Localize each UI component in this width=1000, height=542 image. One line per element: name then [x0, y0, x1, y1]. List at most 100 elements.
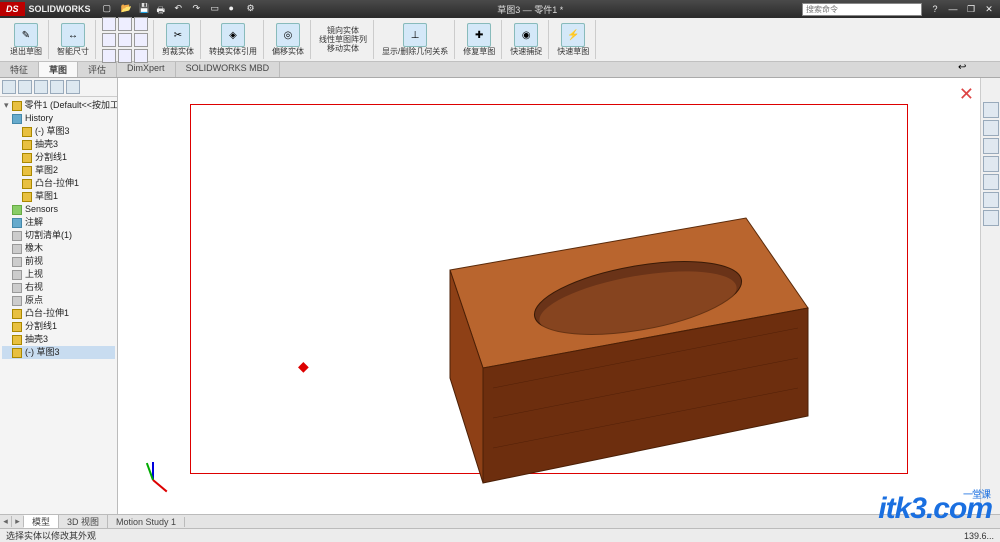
cancel-sketch-icon[interactable]: ✕ — [959, 84, 974, 105]
qat-open-icon[interactable]: 📂 — [121, 3, 133, 15]
feature-icon — [22, 166, 32, 176]
view-palette-icon[interactable] — [983, 156, 999, 172]
tab-solidworks-mbd[interactable]: SOLIDWORKS MBD — [176, 62, 281, 77]
ribbon-relations[interactable]: ⊥ 显示/删除几何关系 — [376, 20, 455, 59]
tree-item[interactable]: 草图1 — [2, 190, 115, 203]
ribbon-label: 移动实体 — [327, 45, 359, 53]
tree-tab-config-icon[interactable] — [34, 80, 48, 94]
appearances-icon[interactable] — [983, 174, 999, 190]
tree-item[interactable]: 凸台-拉伸1 — [2, 307, 115, 320]
tree-tab-display-icon[interactable] — [66, 80, 80, 94]
bottom-tab-motion-study-1[interactable]: Motion Study 1 — [108, 517, 185, 527]
ribbon-label: 转换实体引用 — [209, 48, 257, 56]
tree-root[interactable]: ▾ 零件1 (Default<<按加工>><<De — [2, 99, 115, 112]
line-icon[interactable] — [102, 17, 116, 31]
ribbon-trim[interactable]: ✂ 剪裁实体 — [156, 20, 201, 59]
orientation-triad[interactable] — [140, 452, 172, 484]
ribbon-sketch-tools — [98, 20, 154, 59]
arc-icon[interactable] — [102, 33, 116, 47]
tree-item-label: 右视 — [25, 281, 43, 294]
ribbon-label: 偏移实体 — [272, 48, 304, 56]
command-tab-strip: 特征草图评估DimXpertSOLIDWORKS MBD — [0, 62, 1000, 78]
resources-icon[interactable] — [983, 102, 999, 118]
tab-特征[interactable]: 特征 — [0, 62, 39, 77]
forum-icon[interactable] — [983, 210, 999, 226]
scroll-right-icon[interactable]: ▸ — [12, 516, 24, 527]
tree-item[interactable]: 原点 — [2, 294, 115, 307]
tree-item-label: 分割线1 — [35, 151, 67, 164]
ribbon-label: 镜向实体 — [327, 27, 359, 35]
scroll-left-icon[interactable]: ◂ — [0, 516, 12, 527]
tree-item[interactable]: 分割线1 — [2, 151, 115, 164]
tree-item[interactable]: Sensors — [2, 203, 115, 216]
ribbon-quicksnap[interactable]: ◉ 快速捕捉 — [504, 20, 549, 59]
tree-item[interactable]: (-) 草图3 — [2, 125, 115, 138]
tree-tab-dim-icon[interactable] — [50, 80, 64, 94]
ribbon-offset[interactable]: ◎ 偏移实体 — [266, 20, 311, 59]
ribbon-mirror[interactable]: 镜向实体 线性草图阵列 移动实体 — [313, 20, 374, 59]
qat-new-icon[interactable]: ▢ — [103, 3, 115, 15]
qat-select-icon[interactable]: ▭ — [211, 3, 223, 15]
qat-rebuild-icon[interactable]: ● — [229, 3, 241, 15]
bottom-tab-3d-视图[interactable]: 3D 视图 — [59, 515, 108, 528]
tree-item[interactable]: (-) 草图3 — [2, 346, 115, 359]
status-bar: 选择实体以修改其外观 139.6... — [0, 528, 1000, 542]
command-search-input[interactable] — [802, 3, 922, 16]
tree-item[interactable]: History — [2, 112, 115, 125]
watermark-text: itk3 — [878, 492, 926, 525]
tree-item[interactable]: 注解 — [2, 216, 115, 229]
ribbon-rapid[interactable]: ⚡ 快速草图 — [551, 20, 596, 59]
tree-item[interactable]: 抽壳3 — [2, 138, 115, 151]
tree-tab-feature-icon[interactable] — [2, 80, 16, 94]
qat-undo-icon[interactable]: ↶ — [175, 3, 187, 15]
tree-item[interactable]: 橡木 — [2, 242, 115, 255]
expander-icon[interactable]: ▾ — [4, 99, 9, 112]
bottom-tab-模型[interactable]: 模型 — [24, 515, 59, 528]
qat-redo-icon[interactable]: ↷ — [193, 3, 205, 15]
ribbon-label: 修复草图 — [463, 48, 495, 56]
spline-icon[interactable] — [118, 33, 132, 47]
ellipse-icon[interactable] — [134, 33, 148, 47]
point-icon[interactable] — [102, 49, 116, 63]
tree-item[interactable]: 草图2 — [2, 164, 115, 177]
text-icon[interactable] — [118, 49, 132, 63]
close-button[interactable]: ✕ — [982, 4, 996, 15]
graphics-viewport[interactable]: ◆ — [118, 78, 980, 514]
minimize-button[interactable]: — — [946, 4, 960, 15]
file-explorer-icon[interactable] — [983, 138, 999, 154]
model-3d-box — [348, 178, 818, 488]
tree-item-label: 凸台-拉伸1 — [35, 177, 79, 190]
tab-评估[interactable]: 评估 — [78, 62, 117, 77]
tree-item[interactable]: 凸台-拉伸1 — [2, 177, 115, 190]
qat-print-icon[interactable]: 🖶 — [157, 3, 169, 15]
tree-item[interactable]: 上视 — [2, 268, 115, 281]
tree-item-label: 上视 — [25, 268, 43, 281]
tree-item[interactable]: 右视 — [2, 281, 115, 294]
rect-icon[interactable] — [118, 17, 132, 31]
ribbon-convert[interactable]: ◈ 转换实体引用 — [203, 20, 264, 59]
tree-item[interactable]: 切割清单(1) — [2, 229, 115, 242]
feature-icon — [12, 114, 22, 124]
qat-save-icon[interactable]: 💾 — [139, 3, 151, 15]
ribbon-exit-sketch[interactable]: ✎ 退出草图 — [4, 20, 49, 59]
ribbon-repair[interactable]: ✚ 修复草图 — [457, 20, 502, 59]
qat-options-icon[interactable]: ⚙ — [247, 3, 259, 15]
window-controls: ? — ❐ ✕ — [928, 4, 996, 15]
tree-tab-property-icon[interactable] — [18, 80, 32, 94]
design-lib-icon[interactable] — [983, 120, 999, 136]
circle-icon[interactable] — [134, 17, 148, 31]
custom-props-icon[interactable] — [983, 192, 999, 208]
confirm-sketch-icon[interactable]: ↩ — [958, 62, 974, 78]
maximize-button[interactable]: ❐ — [964, 4, 978, 15]
ribbon-label: 智能尺寸 — [57, 48, 89, 56]
tab-dimxpert[interactable]: DimXpert — [117, 62, 176, 77]
model-svg — [348, 178, 818, 488]
tree-item[interactable]: 前视 — [2, 255, 115, 268]
tab-草图[interactable]: 草图 — [39, 62, 78, 77]
tree-item[interactable]: 分割线1 — [2, 320, 115, 333]
slot-icon[interactable] — [134, 49, 148, 63]
tree-item[interactable]: 抽壳3 — [2, 333, 115, 346]
help-icon[interactable]: ? — [928, 4, 942, 15]
ribbon-smart-dim[interactable]: ↔ 智能尺寸 — [51, 20, 96, 59]
ribbon-label: 线性草图阵列 — [319, 36, 367, 44]
